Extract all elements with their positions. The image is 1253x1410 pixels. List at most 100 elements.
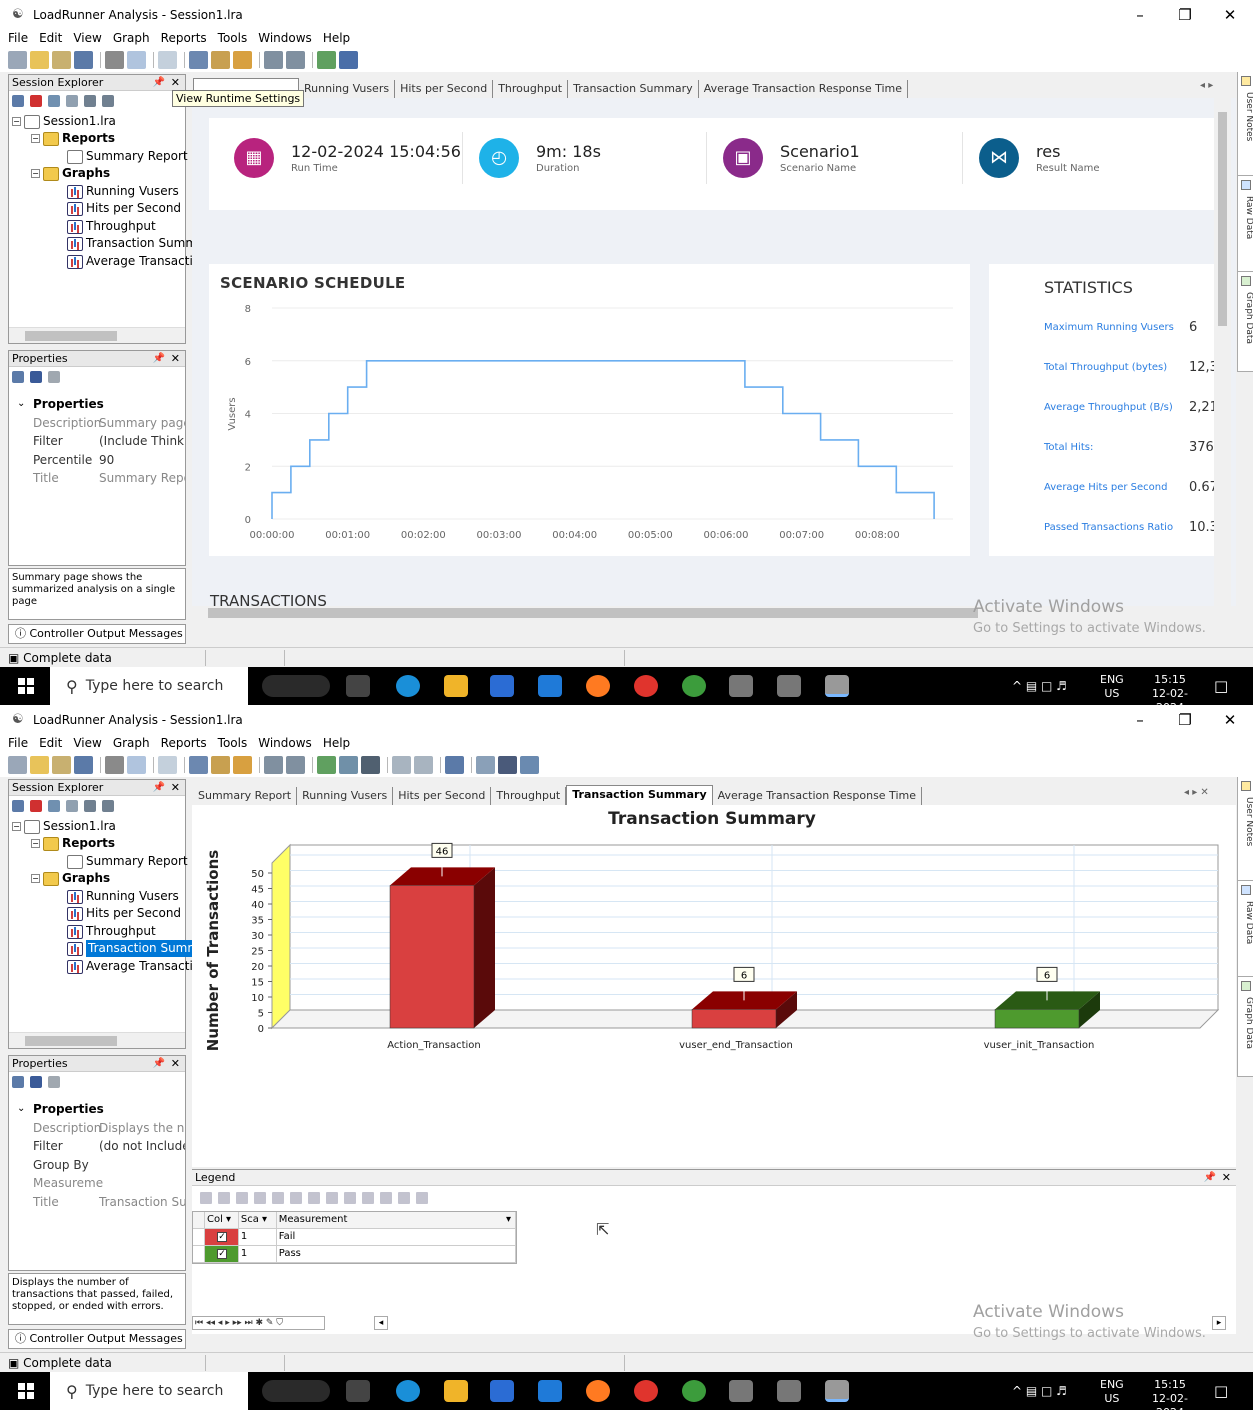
close-button[interactable]: ✕: [1208, 0, 1252, 30]
stat-label[interactable]: Maximum Running Vusers: [1044, 322, 1174, 333]
legend-tool-icon[interactable]: [290, 1192, 302, 1204]
tab-hits-per-second[interactable]: Hits per Second: [395, 80, 494, 98]
menu-view[interactable]: View: [73, 736, 101, 750]
tree-node-session[interactable]: − Session1.lra: [12, 113, 116, 130]
side-tab-raw-data[interactable]: Raw Data: [1238, 176, 1253, 272]
color-swatch[interactable]: ✓: [204, 1246, 239, 1262]
file-explorer-icon[interactable]: [444, 675, 468, 697]
column-header-color[interactable]: Col ▾: [205, 1212, 239, 1228]
chevron-down-icon[interactable]: ▾: [506, 1212, 511, 1228]
add-arrow-icon[interactable]: [414, 756, 433, 774]
search-graph-icon[interactable]: [233, 51, 252, 69]
property-filter[interactable]: Filter (do not Include: [9, 1137, 185, 1155]
checkbox-checked-icon[interactable]: ✓: [216, 1249, 227, 1259]
pin-icon[interactable]: 📌: [153, 1056, 165, 1072]
tree-node-transaction-summary[interactable]: Transaction Summ: [67, 235, 197, 252]
tree-node-average-transaction[interactable]: Average Transactic: [67, 958, 199, 975]
copy-icon[interactable]: [66, 800, 78, 812]
wps-office-icon[interactable]: [634, 1380, 658, 1402]
legend-tool-icon[interactable]: [416, 1192, 428, 1204]
firefox-icon[interactable]: [586, 1380, 610, 1402]
property-measurement[interactable]: Measureme: [9, 1174, 185, 1192]
search-graph-icon[interactable]: [233, 756, 252, 774]
legend-tool-icon[interactable]: [236, 1192, 248, 1204]
mail-icon[interactable]: [538, 1380, 562, 1402]
tree-node-session[interactable]: − Session1.lra: [12, 818, 116, 835]
html-report-icon[interactable]: [339, 51, 358, 69]
stat-label[interactable]: Total Hits:: [1044, 442, 1093, 453]
tree-node-throughput[interactable]: Throughput: [67, 218, 156, 235]
legend-tool-icon[interactable]: [362, 1192, 374, 1204]
legend-toggle-icon[interactable]: [476, 756, 495, 774]
collapse-icon[interactable]: −: [12, 117, 21, 126]
tree-node-graphs[interactable]: − Graphs: [31, 870, 110, 887]
pin-icon[interactable]: 📌: [153, 75, 165, 91]
graph-settings-icon[interactable]: [339, 756, 358, 774]
legend-row-fail[interactable]: ✓ 1 Fail: [193, 1229, 516, 1246]
menu-tools[interactable]: Tools: [218, 736, 248, 750]
language-indicator[interactable]: ENG US: [1100, 1378, 1124, 1406]
controller-output-tab[interactable]: ⓘ Controller Output Messages: [8, 1329, 186, 1349]
template-icon[interactable]: [445, 756, 464, 774]
new-session-icon[interactable]: [8, 756, 27, 774]
chrome-icon[interactable]: [682, 675, 706, 697]
edge-browser-icon[interactable]: [396, 1380, 420, 1402]
menu-help[interactable]: Help: [323, 31, 350, 45]
property-percentile[interactable]: Percentile 90: [9, 451, 185, 469]
tree-node-average-transaction[interactable]: Average Transactic: [67, 253, 199, 270]
tree-node-running-vusers[interactable]: Running Vusers: [67, 183, 179, 200]
pin-icon[interactable]: 📌: [153, 780, 165, 796]
collapse-icon[interactable]: −: [12, 822, 21, 831]
tab-scroll-arrows[interactable]: ◂ ▸ ✕: [1184, 787, 1209, 798]
tab-running-vusers[interactable]: Running Vusers: [299, 80, 396, 98]
legend-tool-icon[interactable]: [200, 1192, 212, 1204]
legend-tool-icon[interactable]: [308, 1192, 320, 1204]
collapse-icon[interactable]: −: [31, 169, 40, 178]
taskbar-search-box[interactable]: ⚲ Type here to search: [50, 667, 248, 705]
copilot-icon[interactable]: [262, 675, 330, 697]
loadrunner-analysis-icon[interactable]: [825, 675, 849, 697]
mail-icon[interactable]: [538, 675, 562, 697]
print-preview-icon[interactable]: [127, 51, 146, 69]
taskbar-search-box[interactable]: ⚲ Type here to search: [50, 1372, 248, 1410]
tray-icons[interactable]: ^ ▤ □ ♬: [1012, 679, 1067, 693]
undo-icon[interactable]: [264, 51, 283, 69]
legend-tool-icon[interactable]: [344, 1192, 356, 1204]
filter-icon[interactable]: [189, 51, 208, 69]
property-title[interactable]: Title Summary Repo: [9, 469, 185, 487]
file-explorer-icon[interactable]: [444, 1380, 468, 1402]
undo-icon[interactable]: [264, 756, 283, 774]
tree-node-summary-report[interactable]: Summary Report: [67, 853, 188, 870]
menu-windows[interactable]: Windows: [258, 31, 312, 45]
color-swatch[interactable]: ✓: [204, 1229, 239, 1245]
filter-icon[interactable]: [189, 756, 208, 774]
horizontal-scrollbar[interactable]: [9, 1032, 185, 1048]
categorized-icon[interactable]: [12, 1076, 24, 1088]
pin-icon[interactable]: 📌: [153, 351, 165, 367]
copy-icon[interactable]: [66, 95, 78, 107]
wps-office-icon[interactable]: [634, 675, 658, 697]
tree-node-throughput[interactable]: Throughput: [67, 923, 156, 940]
loadrunner-controller-icon[interactable]: [777, 1380, 801, 1402]
tree-node-summary-report[interactable]: Summary Report: [67, 148, 188, 165]
scroll-thumb[interactable]: [25, 1036, 117, 1046]
tab-average-response-time[interactable]: Average Transaction Response Time: [713, 787, 922, 805]
notifications-icon[interactable]: □: [1214, 677, 1228, 695]
tray-icons[interactable]: ^ ▤ □ ♬: [1012, 1384, 1067, 1398]
property-pages-icon[interactable]: [48, 371, 60, 383]
menu-tools[interactable]: Tools: [218, 31, 248, 45]
minimize-button[interactable]: –: [1118, 0, 1162, 30]
language-indicator[interactable]: ENG US: [1100, 673, 1124, 701]
store-icon[interactable]: [490, 675, 514, 697]
stat-label[interactable]: Average Hits per Second: [1044, 482, 1167, 493]
task-view-icon[interactable]: [346, 675, 370, 697]
windows-start-icon[interactable]: [18, 1383, 34, 1399]
save-icon[interactable]: [74, 51, 93, 69]
pin-icon[interactable]: 📌: [1204, 1170, 1216, 1186]
scroll-thumb[interactable]: [208, 608, 978, 618]
menu-help[interactable]: Help: [323, 736, 350, 750]
runtime-settings-icon[interactable]: [158, 756, 177, 774]
export-icon[interactable]: [317, 756, 336, 774]
tab-throughput[interactable]: Throughput: [491, 787, 567, 805]
chevron-down-icon[interactable]: ⌄: [17, 1100, 25, 1118]
